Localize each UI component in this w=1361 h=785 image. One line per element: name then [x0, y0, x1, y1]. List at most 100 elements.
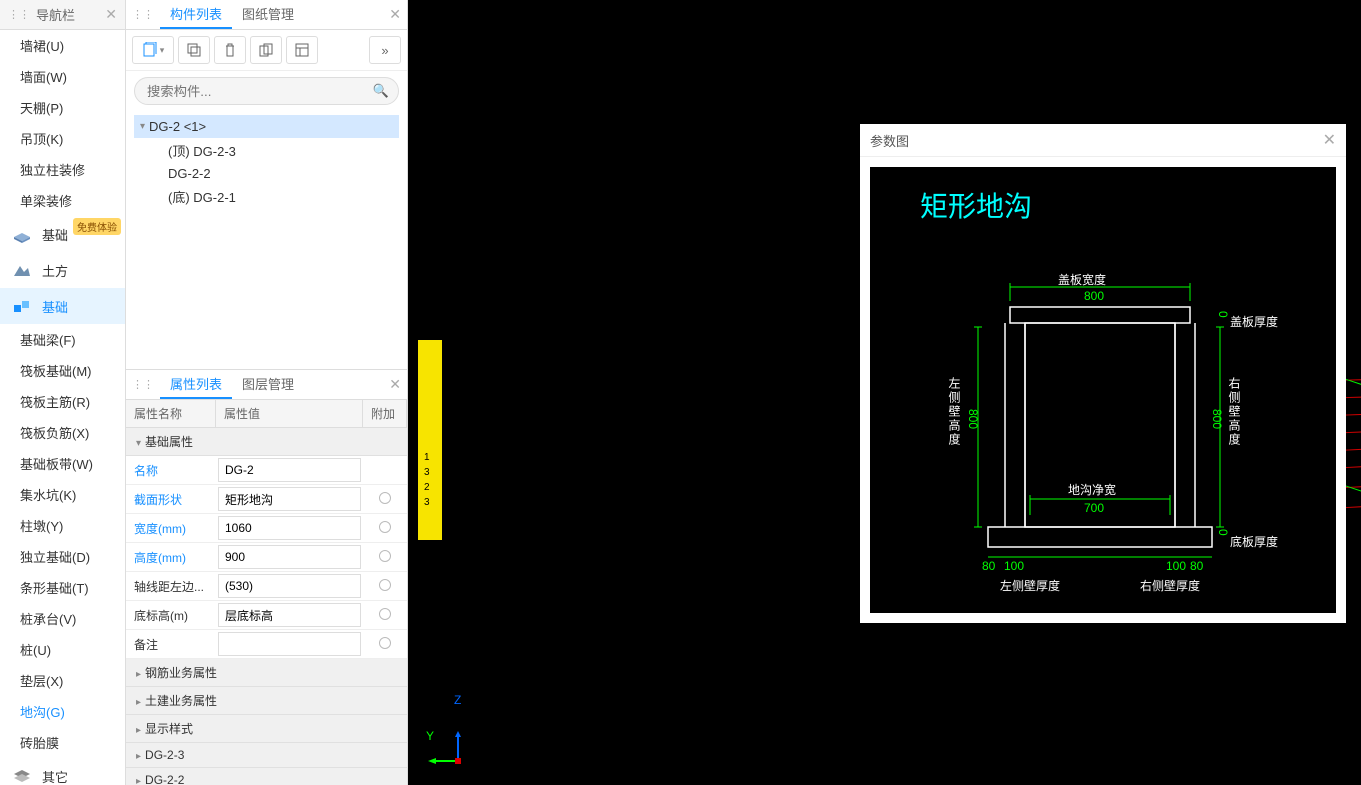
nav-item[interactable]: 桩承台(V) — [0, 603, 125, 634]
tree-child[interactable]: (顶) DG-2-3 — [134, 138, 399, 163]
nav-item[interactable]: 条形基础(T) — [0, 572, 125, 603]
nav-category-foundation2[interactable]: 基础 — [0, 288, 125, 324]
nav-item[interactable]: 墙裙(U) — [0, 30, 125, 61]
prop-name: 底标高(m) — [126, 603, 216, 628]
nav-item[interactable]: 柱墩(Y) — [0, 510, 125, 541]
tree-child[interactable]: DG-2-2 — [134, 163, 399, 184]
prop-row: 截面形状 — [126, 485, 407, 514]
prop-group-basic[interactable]: ▾基础属性 — [126, 428, 407, 456]
prop-extra[interactable] — [363, 492, 407, 507]
nav-item[interactable]: 筏板主筋(R) — [0, 386, 125, 417]
chevron-right-icon: ▸ — [136, 669, 141, 680]
prop-name: 高度(mm) — [126, 545, 216, 570]
param-diagram: 矩形地沟 盖板宽度 800 0 盖板厚度 左侧壁高度 800 800 右侧壁高度… — [870, 167, 1336, 613]
prop-value-cell — [216, 514, 363, 542]
nav-item[interactable]: 单梁装修 — [0, 185, 125, 216]
extra-toggle-icon[interactable] — [379, 579, 391, 591]
nav-cat-label: 基础 — [42, 297, 68, 316]
tree-child[interactable]: (底) DG-2-1 — [134, 184, 399, 209]
extra-toggle-icon[interactable] — [379, 637, 391, 649]
delete-button[interactable] — [214, 36, 246, 64]
prop-extra[interactable] — [363, 637, 407, 652]
prop-value-input[interactable] — [218, 545, 361, 569]
nav-item[interactable]: 桩(U) — [0, 634, 125, 665]
extra-toggle-icon[interactable] — [379, 608, 391, 620]
extra-toggle-icon[interactable] — [379, 492, 391, 504]
prop-extra[interactable] — [363, 550, 407, 565]
nav-item[interactable]: 基础板带(W) — [0, 448, 125, 479]
search-icon[interactable]: 🔍 — [373, 83, 389, 99]
close-icon[interactable]: ✕ — [389, 6, 401, 23]
prop-extra[interactable] — [363, 579, 407, 594]
mid-column: ⋮⋮ 构件列表 图纸管理 ✕ ▾ » 🔍 ▾ DG-2 <1> (顶) DG-2-… — [126, 0, 408, 785]
comp-tabs: ⋮⋮ 构件列表 图纸管理 ✕ — [126, 0, 407, 30]
prop-value-input[interactable] — [218, 603, 361, 627]
prop-value-input[interactable] — [218, 632, 361, 656]
close-icon[interactable]: ✕ — [389, 376, 401, 393]
nav-item[interactable]: 独立基础(D) — [0, 541, 125, 572]
prop-name: 截面形状 — [126, 487, 216, 512]
prop-value-cell — [216, 456, 363, 484]
canvas-viewport[interactable]: A4 A3 02 03 3526 3428 1323 Z Y — [408, 0, 1361, 785]
svg-text:3: 3 — [424, 467, 430, 478]
cubes-icon — [10, 296, 34, 316]
nav-item[interactable]: 筏板负筋(X) — [0, 417, 125, 448]
prop-value-input[interactable] — [218, 487, 361, 511]
search-input[interactable] — [134, 77, 399, 105]
chevron-right-icon: ▸ — [136, 776, 141, 785]
chevron-right-icon: ▸ — [136, 725, 141, 736]
more-button[interactable]: » — [369, 36, 401, 64]
nav-item[interactable]: 筏板基础(M) — [0, 355, 125, 386]
nav-item[interactable]: 吊顶(K) — [0, 123, 125, 154]
nav-item[interactable]: 天棚(P) — [0, 92, 125, 123]
copy-button[interactable] — [178, 36, 210, 64]
cube-stack-icon — [10, 224, 34, 244]
tree-root[interactable]: ▾ DG-2 <1> — [134, 115, 399, 138]
prop-value-input[interactable] — [218, 458, 361, 482]
prop-row: 名称 — [126, 456, 407, 485]
prop-group[interactable]: ▸土建业务属性 — [126, 687, 407, 715]
nav-category-foundation1[interactable]: 基础 免费体验 — [0, 216, 125, 252]
prop-row: 备注 — [126, 630, 407, 659]
nav-item[interactable]: 垫层(X) — [0, 665, 125, 696]
close-icon[interactable]: ✕ — [105, 6, 117, 23]
tree-label: DG-2 <1> — [149, 119, 206, 134]
nav-category-earth[interactable]: 土方 — [0, 252, 125, 288]
chevron-down-icon: ▾ — [140, 121, 145, 132]
nav-item[interactable]: 基础梁(F) — [0, 324, 125, 355]
col-name: 属性名称 — [126, 400, 216, 427]
prop-group[interactable]: ▸DG-2-2 — [126, 768, 407, 785]
prop-value-input[interactable] — [218, 574, 361, 598]
free-badge: 免费体验 — [73, 218, 121, 235]
prop-group[interactable]: ▸DG-2-3 — [126, 743, 407, 768]
tab-drawing-mgmt[interactable]: 图纸管理 — [232, 1, 304, 29]
prop-tabs: ⋮⋮ 属性列表 图层管理 ✕ — [126, 370, 407, 400]
prop-group[interactable]: ▸显示样式 — [126, 715, 407, 743]
extra-toggle-icon[interactable] — [379, 521, 391, 533]
new-button[interactable]: ▾ — [132, 36, 174, 64]
layer-button[interactable] — [286, 36, 318, 64]
tab-component-list[interactable]: 构件列表 — [160, 1, 232, 29]
tab-layer-mgmt[interactable]: 图层管理 — [232, 371, 304, 399]
svg-text:3: 3 — [424, 497, 430, 508]
nav-item[interactable]: 集水坑(K) — [0, 479, 125, 510]
prop-value-input[interactable] — [218, 516, 361, 540]
extra-toggle-icon[interactable] — [379, 550, 391, 562]
nav-category-other[interactable]: 其它 — [0, 758, 125, 785]
prop-group[interactable]: ▸钢筋业务属性 — [126, 659, 407, 687]
component-panel: ⋮⋮ 构件列表 图纸管理 ✕ ▾ » 🔍 ▾ DG-2 <1> (顶) DG-2-… — [126, 0, 407, 370]
nav-item[interactable]: 墙面(W) — [0, 61, 125, 92]
prop-value-cell — [216, 601, 363, 629]
duplicate-button[interactable] — [250, 36, 282, 64]
nav-cat-label: 基础 — [42, 225, 68, 244]
nav-item-ditch[interactable]: 地沟(G) — [0, 696, 125, 727]
col-value: 属性值 — [216, 400, 363, 427]
nav-item[interactable]: 独立柱装修 — [0, 154, 125, 185]
tab-property-list[interactable]: 属性列表 — [160, 371, 232, 399]
prop-extra[interactable] — [363, 521, 407, 536]
nav-item[interactable]: 砖胎膜 — [0, 727, 125, 758]
svg-text:1: 1 — [424, 452, 430, 463]
close-icon[interactable]: ✕ — [1323, 130, 1336, 150]
axis-indicator: Z Y — [428, 731, 478, 771]
prop-extra[interactable] — [363, 608, 407, 623]
